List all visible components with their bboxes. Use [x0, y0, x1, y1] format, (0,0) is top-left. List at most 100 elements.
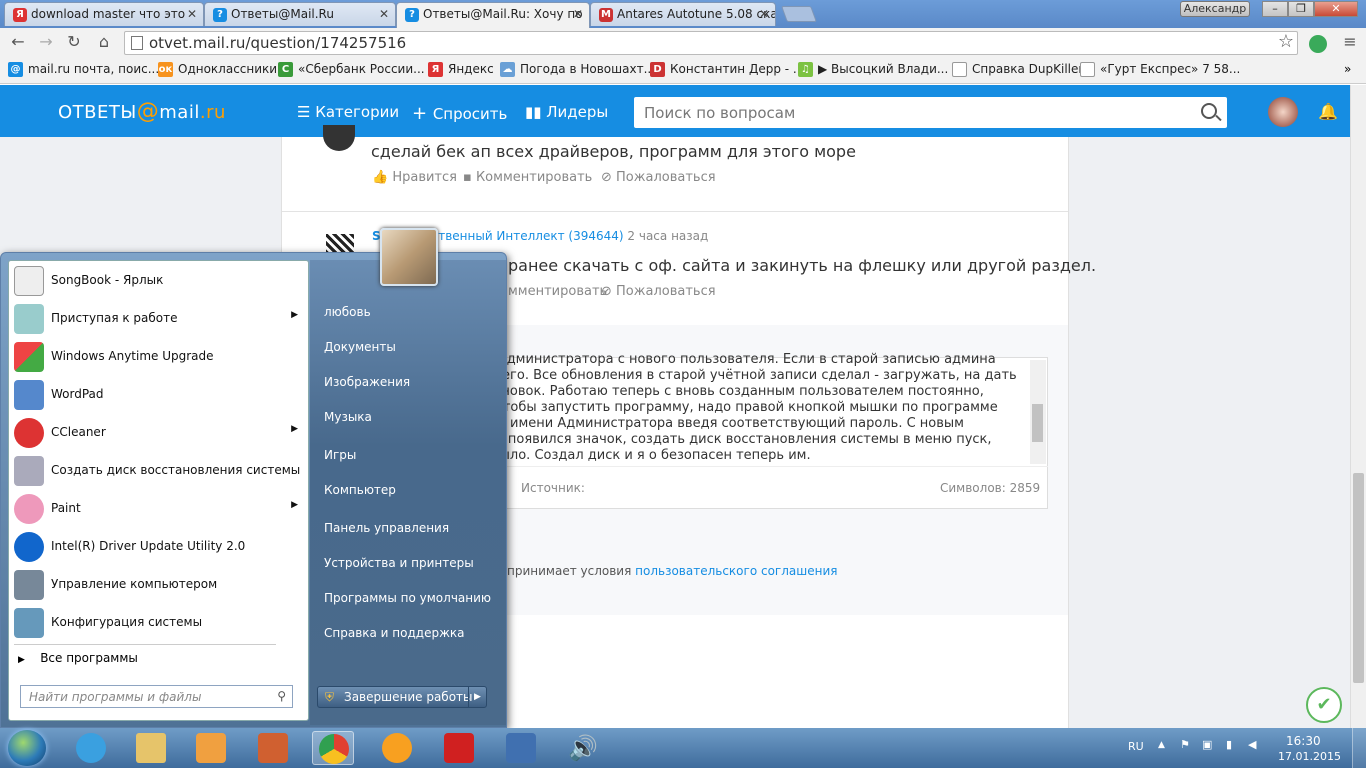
taskbar-explorer[interactable] — [130, 731, 172, 765]
network-signal-icon[interactable]: ▮ — [1226, 738, 1232, 751]
start-link-games[interactable]: Игры — [324, 448, 356, 462]
comment-button[interactable]: ▪ Комментировать — [463, 170, 592, 185]
comment-button[interactable]: мментировать — [508, 284, 607, 299]
taskbar-volume-app[interactable]: 🔊 — [562, 731, 604, 765]
address-bar[interactable]: otvet.mail.ru/question/174257516 — [124, 31, 1298, 55]
minimize-button[interactable]: – — [1262, 1, 1288, 17]
taskbar-virtualbox[interactable] — [500, 731, 542, 765]
bookmark-item[interactable]: ☁ Погода в Новошахт... — [500, 62, 655, 77]
bookmark-star-icon[interactable]: ☆ — [1276, 32, 1296, 52]
start-link-control-panel[interactable]: Панель управления — [324, 521, 449, 535]
program-wordpad[interactable]: WordPad — [14, 378, 304, 412]
start-link-user-folder[interactable]: любовь — [324, 305, 371, 319]
all-programs-button[interactable]: ▶ Все программы — [18, 651, 138, 665]
arrow-right-icon: ▶ — [18, 655, 25, 665]
close-window-button[interactable]: ✕ — [1314, 1, 1358, 17]
program-computer-management[interactable]: Управление компьютером — [14, 568, 304, 602]
scrollbar-thumb[interactable] — [1353, 473, 1364, 683]
new-tab-button[interactable] — [781, 6, 817, 22]
bookmark-item[interactable]: ♫ ▶ Высоцкий Влади... — [798, 62, 948, 77]
clock-time[interactable]: 16:30 — [1286, 734, 1321, 748]
browser-tab-3-active[interactable]: ? Ответы@Mail.Ru: Хочу по ✕ — [396, 2, 590, 28]
start-link-computer[interactable]: Компьютер — [324, 483, 396, 497]
taskbar-orange-app[interactable] — [376, 731, 418, 765]
start-link-default-programs[interactable]: Программы по умолчанию — [324, 591, 491, 605]
show-desktop-button[interactable] — [1352, 728, 1366, 768]
close-tab-icon[interactable]: ✕ — [187, 7, 197, 21]
taskbar-chrome[interactable] — [312, 731, 354, 765]
bookmark-item[interactable]: Я Яндекс — [428, 62, 494, 77]
back-arrow-icon[interactable]: ← — [8, 32, 28, 52]
like-button[interactable]: 👍 Нравится — [372, 170, 457, 185]
question-search-input[interactable]: Поиск по вопросам — [634, 97, 1227, 128]
language-indicator[interactable]: RU — [1128, 740, 1144, 753]
bookmark-item[interactable]: ок Одноклассники — [158, 62, 277, 77]
report-button[interactable]: ⊘ Пожаловаться — [601, 170, 716, 185]
close-tab-icon[interactable]: ✕ — [379, 7, 389, 21]
terms-link[interactable]: пользовательского соглашения — [635, 564, 837, 578]
search-icon[interactable]: ⚲ — [277, 689, 286, 703]
nav-ask[interactable]: + Спросить — [412, 103, 507, 124]
forward-arrow-icon[interactable]: → — [36, 32, 56, 52]
program-system-configuration[interactable]: Конфигурация системы — [14, 606, 304, 640]
taskbar-media-player[interactable] — [190, 731, 232, 765]
browser-tab-1[interactable]: Я download master что это ✕ — [4, 2, 204, 26]
program-recovery-disc[interactable]: Создать диск восстановления системы — [14, 454, 304, 488]
device-icon[interactable]: ▣ — [1202, 738, 1212, 751]
page-scrollbar[interactable] — [1350, 85, 1366, 728]
home-icon[interactable]: ⌂ — [94, 32, 114, 52]
shutdown-button[interactable]: ⛨ Завершение работы ▶ — [317, 686, 487, 708]
taskbar-dk-app[interactable] — [438, 731, 480, 765]
answer-textarea[interactable]: ава администратора с нового пользователя… — [463, 352, 1028, 466]
menu-icon[interactable]: ≡ — [1340, 32, 1360, 52]
start-link-music[interactable]: Музыка — [324, 410, 372, 424]
user-picture[interactable] — [380, 228, 438, 286]
flag-icon[interactable]: ⚑ — [1180, 738, 1190, 751]
bookmark-item[interactable]: @ mail.ru почта, поис... — [8, 62, 159, 77]
program-windows-anytime-upgrade[interactable]: Windows Anytime Upgrade — [14, 340, 304, 374]
start-search-input[interactable]: Найти программы и файлы ⚲ — [20, 685, 293, 708]
start-link-documents[interactable]: Документы — [324, 340, 396, 354]
tray-expand-icon[interactable]: ▲ — [1158, 740, 1165, 750]
bookmarks-overflow-icon[interactable]: » — [1344, 62, 1351, 76]
start-link-pictures[interactable]: Изображения — [324, 375, 410, 389]
nav-categories[interactable]: ☰ Категории — [297, 103, 399, 121]
reload-icon[interactable]: ↻ — [64, 32, 84, 52]
divider — [14, 644, 276, 645]
browser-tab-4[interactable]: M Antares Autotune 5.08 ска ✕ — [590, 2, 776, 26]
taskbar-toolbox[interactable] — [252, 731, 294, 765]
browser-tab-2[interactable]: ? Ответы@Mail.Ru ✕ — [204, 2, 396, 26]
protection-shield-icon[interactable]: ✔ — [1306, 687, 1342, 723]
user-avatar[interactable] — [1268, 97, 1298, 127]
profile-badge[interactable]: Александр — [1180, 1, 1250, 17]
mailru-icon: @ — [8, 62, 23, 77]
program-intel-driver-utility[interactable]: Intel(R) Driver Update Utility 2.0 — [14, 530, 304, 564]
bookmark-item[interactable]: «Гурт Експрес» 7 58... — [1080, 62, 1240, 77]
start-link-devices-printers[interactable]: Устройства и принтеры — [324, 556, 474, 570]
maximize-button[interactable]: ❐ — [1288, 1, 1314, 17]
clock-date[interactable]: 17.01.2015 — [1278, 750, 1341, 763]
notification-bell-icon[interactable]: 🔔 — [1318, 102, 1338, 122]
search-icon[interactable] — [1201, 103, 1217, 119]
bookmark-item[interactable]: Справка DupKiller — [952, 62, 1083, 77]
taskbar-internet-explorer[interactable] — [70, 731, 112, 765]
shutdown-options-arrow-icon[interactable]: ▶ — [468, 687, 486, 707]
program-paint[interactable]: Paint ▶ — [14, 492, 304, 526]
program-ccleaner[interactable]: CCleaner ▶ — [14, 416, 304, 450]
site-logo[interactable]: ОТВЕТЫ@mail.ru — [58, 99, 226, 124]
report-button[interactable]: ⊘ Пожаловаться — [601, 284, 716, 299]
bookmark-item[interactable]: D Константин Дерр - ... — [650, 62, 804, 77]
program-getting-started[interactable]: Приступая к работе ▶ — [14, 302, 304, 336]
program-songbook[interactable]: SongBook - Ярлык — [14, 264, 304, 298]
volume-icon[interactable]: ◀ — [1248, 738, 1256, 751]
close-tab-icon[interactable]: ✕ — [573, 7, 583, 21]
close-tab-icon[interactable]: ✕ — [759, 7, 769, 21]
bookmark-item[interactable]: С «Сбербанк России... — [278, 62, 425, 77]
nav-leaders[interactable]: ▮▮ Лидеры — [525, 103, 608, 121]
ccleaner-icon — [14, 418, 44, 448]
editor-scrollbar-thumb[interactable] — [1032, 404, 1043, 442]
extension-icon[interactable] — [1309, 35, 1327, 53]
editor-scrollbar[interactable] — [1030, 360, 1046, 464]
start-button[interactable] — [8, 730, 46, 766]
start-link-help-support[interactable]: Справка и поддержка — [324, 626, 465, 640]
